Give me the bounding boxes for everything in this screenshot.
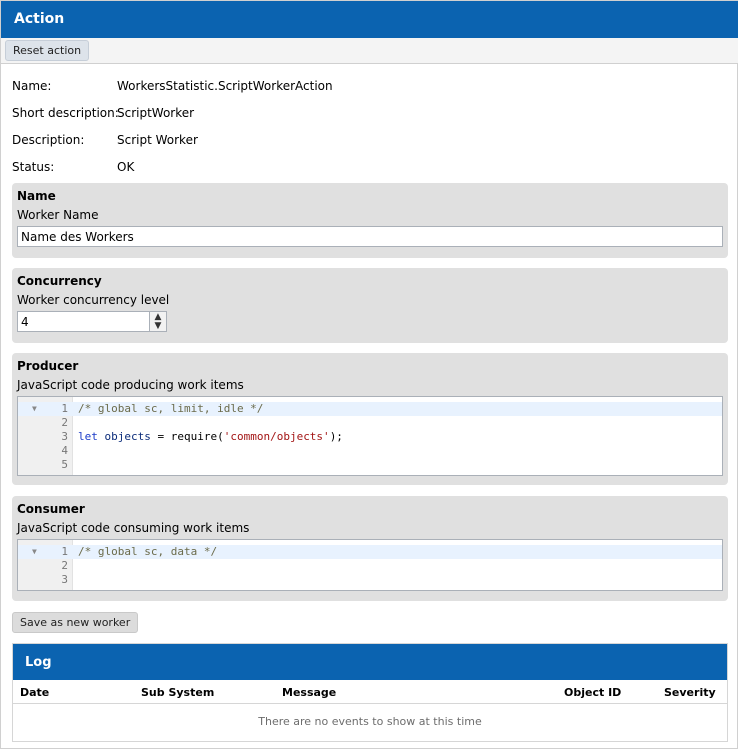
concurrency-description: Worker concurrency level (17, 293, 170, 307)
code-line: 2 (18, 559, 722, 573)
concurrency-panel: Concurrency Worker concurrency level ▲ ▼ (12, 268, 728, 343)
consumer-panel: Consumer JavaScript code consuming work … (12, 496, 728, 601)
code-punctuation: ); (329, 430, 343, 443)
info-row-name: Name: WorkersStatistic.ScriptWorkerActio… (12, 79, 412, 95)
line-number: 1 (61, 545, 68, 558)
reset-action-button[interactable]: Reset action (5, 40, 90, 61)
code-line: 4 (18, 444, 722, 458)
line-number: 2 (61, 559, 68, 572)
chevron-down-icon[interactable]: ▼ (149, 321, 166, 331)
column-header-severity[interactable]: Severity (664, 686, 716, 699)
info-label: Status: (12, 160, 55, 174)
status-value: OK (117, 160, 135, 174)
action-toolbar: Reset action (1, 38, 738, 64)
code-variable: objects (104, 430, 151, 443)
code-operator: = require( (150, 430, 224, 443)
code-line: 5 (18, 458, 722, 472)
save-as-new-worker-button[interactable]: Save as new worker (12, 612, 139, 633)
info-label: Description: (12, 133, 85, 147)
consumer-heading: Consumer (17, 502, 85, 516)
code-text: /* global sc, data */ (78, 545, 218, 558)
line-number: 4 (61, 444, 68, 457)
info-label: Name: (12, 79, 52, 93)
info-value: ScriptWorker (117, 106, 195, 120)
info-value: Script Worker (117, 133, 198, 147)
code-line: ▼ 1 /* global sc, limit, idle */ (18, 402, 722, 416)
log-panel: Log Date Sub System Message Object ID Se… (12, 643, 728, 742)
info-row-status: Status: OK (12, 160, 412, 176)
column-header-object-id[interactable]: Object ID (564, 686, 621, 699)
code-line: ▼ 1 /* global sc, data */ (18, 545, 722, 559)
worker-name-input[interactable] (17, 226, 723, 247)
action-title-bar: Action (1, 1, 738, 38)
concurrency-stepper: ▲ ▼ (17, 311, 167, 332)
line-number: 3 (61, 430, 68, 443)
log-empty-message: There are no events to show at this time (258, 715, 482, 728)
code-line: 2 (18, 416, 722, 430)
header-divider (13, 703, 727, 704)
column-header-date[interactable]: Date (20, 686, 49, 699)
name-panel: Name Worker Name (12, 183, 728, 258)
info-value: WorkersStatistic.ScriptWorkerAction (117, 79, 333, 93)
column-header-message[interactable]: Message (282, 686, 336, 699)
code-text: /* global sc, limit, idle */ (78, 402, 264, 415)
producer-description: JavaScript code producing work items (17, 378, 244, 392)
info-row-short-description: Short description: ScriptWorker (12, 106, 412, 122)
action-window: Action Reset action Name: WorkersStatist… (0, 0, 738, 749)
line-number: 3 (61, 573, 68, 586)
producer-heading: Producer (17, 359, 79, 373)
log-header: Log (13, 644, 727, 680)
line-number: 5 (61, 458, 68, 471)
consumer-code-editor[interactable]: ▼ 1 /* global sc, data */ 2 3 (17, 539, 723, 591)
code-keyword: let (78, 430, 98, 443)
line-number: 2 (61, 416, 68, 429)
info-label: Short description: (12, 106, 119, 120)
name-description: Worker Name (17, 208, 99, 222)
column-header-sub-system[interactable]: Sub System (141, 686, 214, 699)
producer-panel: Producer JavaScript code producing work … (12, 353, 728, 485)
code-line: 3 (18, 573, 722, 587)
log-title: Log (25, 655, 52, 670)
action-title: Action (14, 11, 65, 27)
info-row-description: Description: Script Worker (12, 133, 412, 149)
line-number: 1 (61, 402, 68, 415)
concurrency-input[interactable] (18, 312, 149, 331)
code-text: let objects = require('common/objects'); (78, 430, 343, 444)
code-string: 'common/objects' (223, 430, 330, 443)
concurrency-heading: Concurrency (17, 274, 102, 288)
consumer-description: JavaScript code consuming work items (17, 521, 250, 535)
producer-code-editor[interactable]: ▼ 1 /* global sc, limit, idle */ 2 3 let… (17, 396, 723, 476)
name-heading: Name (17, 189, 56, 203)
code-line: 3 let objects = require('common/objects'… (18, 430, 722, 444)
